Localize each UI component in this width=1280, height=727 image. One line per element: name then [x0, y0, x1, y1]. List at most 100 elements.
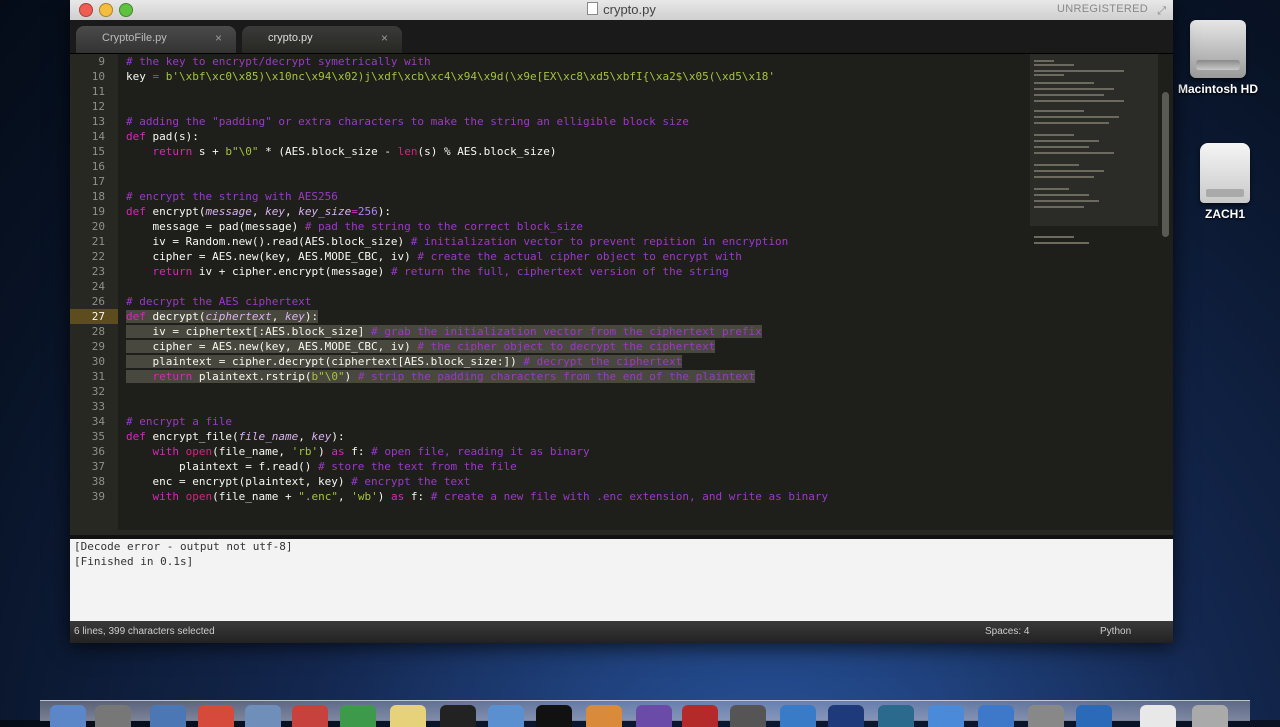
minimap-line [1034, 146, 1089, 148]
sublime-text-window: crypto.py UNREGISTERED ⤢ CryptoFile.py ×… [70, 0, 1173, 643]
console-line: [Decode error - output not utf-8] [74, 540, 293, 553]
minimap-line [1034, 236, 1074, 238]
external-drive-icon [1200, 143, 1250, 203]
minimap-line [1034, 82, 1094, 84]
indentation-setting[interactable]: Spaces: 4 [985, 621, 1029, 643]
line-number: 9 [98, 55, 105, 68]
line-number: 28 [91, 325, 105, 338]
mail-icon[interactable] [245, 705, 281, 727]
minimap-line [1034, 242, 1089, 244]
line-number: 17 [91, 175, 105, 188]
app-store-icon[interactable] [978, 705, 1014, 727]
unregistered-label: UNREGISTERED [1057, 3, 1148, 15]
line-number: 30 [91, 355, 105, 368]
syntax-selector[interactable]: Python [1100, 621, 1131, 643]
line-number: 11 [91, 85, 105, 98]
imovie-icon[interactable] [636, 705, 672, 727]
scrollbar-thumb[interactable] [1162, 92, 1169, 237]
minimap[interactable] [1030, 54, 1158, 530]
documents-icon[interactable] [1140, 705, 1176, 727]
code-line: enc = encrypt(plaintext, key) # encrypt … [126, 475, 471, 488]
line-number-current: 27 [70, 309, 118, 324]
tab-close-icon[interactable]: × [381, 26, 388, 51]
minimap-line [1034, 88, 1114, 90]
tab-crypto[interactable]: crypto.py × [242, 26, 402, 53]
code-line: def encrypt_file(file_name, key): [126, 430, 345, 443]
code-line-selected: plaintext = cipher.decrypt(ciphertext[AE… [126, 355, 683, 368]
downloads-icon[interactable] [1076, 705, 1112, 727]
hard-drive-icon [1190, 20, 1246, 78]
photo-booth-icon[interactable] [682, 705, 718, 727]
line-number: 12 [91, 100, 105, 113]
code-line: # encrypt a file [126, 415, 232, 428]
itunes-icon[interactable] [928, 705, 964, 727]
line-number: 19 [91, 205, 105, 218]
github-icon[interactable] [440, 705, 476, 727]
code-line-selected: cipher = AES.new(key, AES.MODE_CBC, iv) … [126, 340, 716, 353]
minimap-line [1034, 70, 1124, 72]
preview-icon[interactable] [878, 705, 914, 727]
minimap-line [1034, 100, 1124, 102]
console-line: [Finished in 0.1s] [74, 555, 194, 568]
line-number: 14 [91, 130, 105, 143]
minimap-line [1034, 170, 1104, 172]
line-number: 23 [91, 265, 105, 278]
finder-icon[interactable] [50, 705, 86, 727]
messages-icon[interactable] [340, 705, 376, 727]
terminal-icon[interactable] [536, 705, 572, 727]
calendar-icon[interactable] [292, 705, 328, 727]
line-number: 10 [91, 70, 105, 83]
code-line: key = b'\xbf\xc0\x85)\x10nc\x94\x02)j\xd… [126, 70, 776, 83]
line-number: 31 [91, 370, 105, 383]
line-number: 13 [91, 115, 105, 128]
word-icon[interactable] [780, 705, 816, 727]
minimap-line [1034, 140, 1099, 142]
code-editor[interactable]: # the key to encrypt/decrypt symetricall… [118, 54, 1030, 530]
minimap-line [1034, 110, 1084, 112]
tab-cryptofile[interactable]: CryptoFile.py × [76, 26, 236, 53]
selection-status: 6 lines, 399 characters selected [74, 626, 215, 637]
document-icon [587, 2, 599, 15]
desktop-icon-macintosh-hd[interactable]: Macintosh HD [1168, 20, 1268, 96]
title-bar[interactable]: crypto.py UNREGISTERED ⤢ [70, 0, 1173, 21]
code-line-selected: def decrypt(ciphertext, key): [126, 310, 319, 323]
code-line: def encrypt(message, key, key_size=256): [126, 205, 391, 218]
desktop-icon-zach1[interactable]: ZACH1 [1175, 143, 1275, 221]
xcode-icon[interactable] [488, 705, 524, 727]
code-line: return iv + cipher.encrypt(message) # re… [152, 265, 729, 278]
safari-icon[interactable] [150, 705, 186, 727]
tab-bar: CryptoFile.py × crypto.py × [70, 20, 1173, 54]
tab-label: crypto.py [268, 32, 313, 44]
build-output-panel: [Decode error - output not utf-8] [Finis… [70, 535, 1173, 621]
code-line: with open(file_name + ".enc", 'wb') as f… [152, 490, 829, 503]
sublime-text-icon[interactable] [586, 705, 622, 727]
tab-close-icon[interactable]: × [215, 26, 222, 51]
minimap-line [1034, 94, 1104, 96]
line-number: 36 [91, 445, 105, 458]
minimap-line [1034, 152, 1114, 154]
system-preferences-icon[interactable] [1028, 705, 1064, 727]
line-number-gutter: 9 10 11 12 13 14 15 16 17 18 19 20 21 22… [70, 54, 118, 530]
line-number: 22 [91, 250, 105, 263]
script-editor-icon[interactable] [730, 705, 766, 727]
launchpad-icon[interactable] [95, 705, 131, 727]
vertical-scrollbar[interactable] [1158, 54, 1173, 530]
fullscreen-icon[interactable]: ⤢ [1157, 4, 1166, 18]
code-line: return s + b"\0" * (AES.block_size - len… [152, 145, 557, 158]
minimap-line [1034, 176, 1094, 178]
notes-icon[interactable] [390, 705, 426, 727]
line-number: 18 [91, 190, 105, 203]
line-number: 21 [91, 235, 105, 248]
line-number: 20 [91, 220, 105, 233]
trash-icon[interactable] [1192, 705, 1228, 727]
line-number: 15 [91, 145, 105, 158]
minimap-line [1034, 200, 1099, 202]
photoshop-icon[interactable] [828, 705, 864, 727]
line-number: 35 [91, 430, 105, 443]
minimap-line [1034, 60, 1054, 62]
chrome-icon[interactable] [198, 705, 234, 727]
